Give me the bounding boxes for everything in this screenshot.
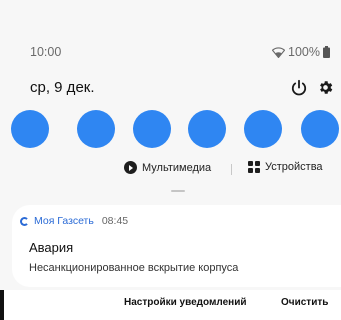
notification-app-name: Моя Газсеть [34, 215, 94, 227]
battery-icon [323, 46, 330, 58]
quick-toggle-6[interactable] [301, 110, 339, 148]
notification-text: Несанкционированное вскрытие корпуса [29, 262, 239, 274]
notification-time: 08:45 [101, 215, 129, 227]
background-edge [0, 290, 4, 320]
notification-settings-button[interactable]: Настройки уведомлений [124, 297, 247, 308]
notification-title: Авария [29, 240, 74, 255]
date-row: ср, 9 дек. [30, 79, 334, 101]
status-indicators: 100% [272, 45, 330, 59]
wifi-icon [272, 46, 286, 58]
status-time: 10:00 [30, 45, 62, 59]
quick-toggles [0, 110, 341, 150]
battery-percent: 100% [288, 45, 320, 59]
power-icon[interactable] [290, 79, 308, 97]
quick-toggle-5[interactable] [244, 110, 282, 148]
media-label: Мультимедиа [142, 161, 212, 174]
notification-header: Моя Газсеть 08:45 [20, 215, 128, 227]
status-bar: 10:00 100% [30, 45, 330, 63]
media-devices-row: Мультимедиа Устройства [0, 161, 341, 179]
quick-toggle-4[interactable] [188, 110, 226, 148]
notification-card[interactable]: Моя Газсеть 08:45 Авария Несанкционирова… [12, 205, 341, 287]
date-label: ср, 9 дек. [30, 79, 95, 96]
notification-shade: 10:00 100% ср, 9 дек. Мультимедиа Устрой… [0, 0, 341, 320]
quick-toggle-1[interactable] [11, 110, 49, 148]
quick-toggle-3[interactable] [133, 110, 171, 148]
notification-footer: Настройки уведомлений Очистить [0, 290, 341, 320]
quick-panel: 10:00 100% ср, 9 дек. Мультимедиа Устрой… [0, 0, 341, 200]
media-button[interactable]: Мультимедиа [124, 161, 211, 174]
devices-icon [248, 161, 260, 173]
devices-button[interactable]: Устройства [248, 161, 323, 173]
quick-toggle-2[interactable] [77, 110, 115, 148]
drag-handle[interactable] [171, 190, 185, 192]
play-icon [124, 161, 137, 174]
gear-icon[interactable] [317, 79, 334, 96]
clear-button[interactable]: Очистить [281, 297, 328, 308]
divider [231, 164, 232, 175]
app-icon [20, 216, 29, 226]
devices-label: Устройства [265, 161, 323, 173]
